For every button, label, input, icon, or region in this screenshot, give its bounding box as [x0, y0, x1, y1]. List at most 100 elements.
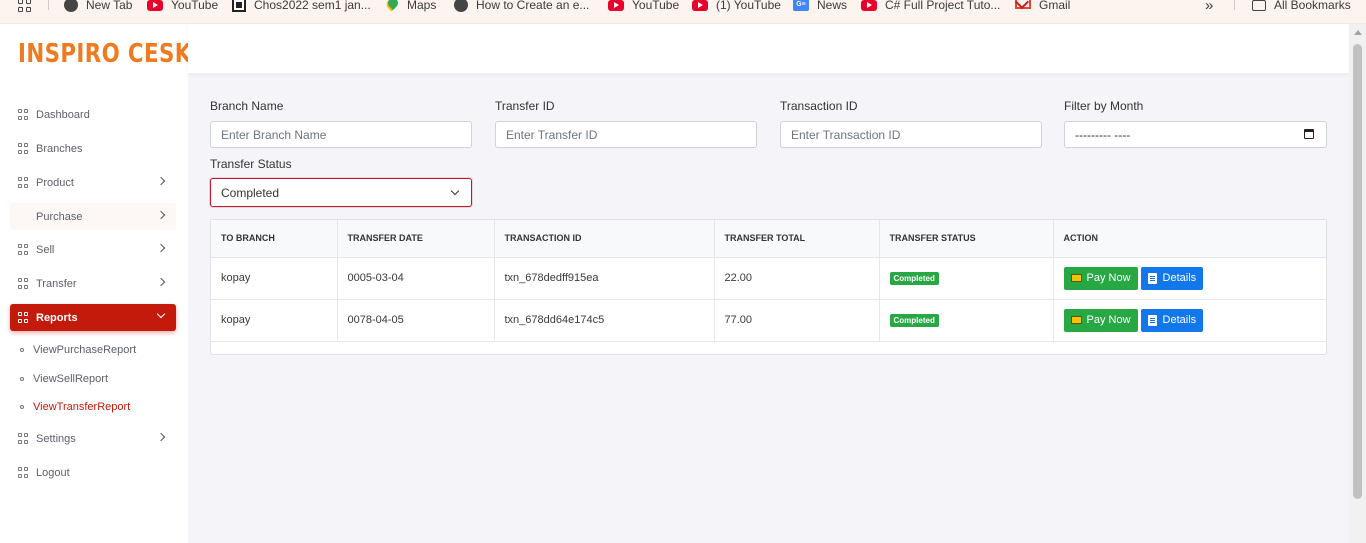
- transaction-id-input[interactable]: [780, 121, 1042, 148]
- sidebar-subitem-transfer-report[interactable]: ViewTransferReport: [20, 399, 130, 415]
- sidebar-item-transfer[interactable]: Transfer: [10, 270, 176, 297]
- branches-icon: [18, 143, 29, 154]
- bookmark-label: YouTube: [171, 0, 219, 12]
- table-row: kopay 0005-03-04 txn_678dedff915ea 22.00…: [211, 257, 1326, 300]
- bookmark-new-tab[interactable]: New Tab: [64, 0, 132, 14]
- globe-icon: [64, 0, 78, 12]
- product-icon: [18, 177, 29, 188]
- sidebar-item-reports[interactable]: Reports: [10, 304, 176, 331]
- sidebar-item-branches[interactable]: Branches: [10, 135, 176, 162]
- bookmark-maps[interactable]: Maps: [387, 0, 436, 14]
- bookmark-gmail[interactable]: Gmail: [1015, 0, 1070, 14]
- cell-transfer-status: Completed: [879, 257, 1054, 300]
- transfer-status-select[interactable]: Completed: [210, 178, 472, 207]
- details-button[interactable]: Details: [1140, 308, 1204, 332]
- circle-icon: [20, 377, 24, 381]
- bookmark-youtube-2[interactable]: YouTube: [608, 0, 679, 14]
- cell-transfer-date: 0078-04-05: [337, 299, 495, 342]
- bookmark-label: News: [817, 0, 848, 12]
- settings-icon: [18, 433, 29, 444]
- sidebar-item-product[interactable]: Product: [10, 169, 176, 196]
- details-label: Details: [1162, 272, 1197, 284]
- sidebar-subitem-purchase-report[interactable]: ViewPurchaseReport: [20, 342, 136, 358]
- chevron-right-icon: [156, 243, 166, 253]
- sidebar-item-purchase[interactable]: Purchase: [10, 203, 176, 230]
- sidebar-item-label: Branches: [36, 142, 83, 155]
- column-header: TRANSFER STATUS: [879, 220, 1054, 258]
- top-header: [188, 24, 1349, 73]
- month-picker[interactable]: --------- ----: [1064, 121, 1327, 148]
- all-bookmarks-button[interactable]: All Bookmarks: [1252, 0, 1351, 14]
- status-badge: Completed: [889, 271, 939, 285]
- logout-icon: [18, 467, 29, 478]
- pay-now-label: Pay Now: [1086, 314, 1131, 326]
- cell-action: Pay Now Details: [1053, 257, 1326, 300]
- youtube-icon: [608, 0, 624, 11]
- scroll-up-arrow-icon[interactable]: [1354, 30, 1362, 35]
- column-header: TRANSFER DATE: [337, 220, 495, 258]
- cell-transfer-total: 22.00: [714, 257, 880, 300]
- details-button[interactable]: Details: [1140, 266, 1204, 290]
- month-picker-value: --------- ----: [1075, 127, 1131, 142]
- sidebar-item-label: Reports: [36, 311, 78, 324]
- bookmarks-separator: [1234, 0, 1235, 10]
- chevron-right-icon: [156, 176, 166, 186]
- apps-grid-icon: [18, 0, 31, 12]
- branch-name-input[interactable]: [210, 121, 472, 148]
- sell-icon: [18, 244, 29, 255]
- transfer-report-table-card: TO BRANCH TRANSFER DATE TRANSACTION ID T…: [210, 219, 1327, 355]
- google-news-icon: G≡: [793, 0, 809, 11]
- brand-logo[interactable]: INSPIRO CESK: [18, 39, 192, 69]
- sidebar-item-label: Dashboard: [36, 108, 90, 121]
- bookmark-label: YouTube: [632, 0, 680, 12]
- bookmarks-overflow-button[interactable]: »: [1205, 0, 1213, 14]
- column-header: TRANSACTION ID: [494, 220, 715, 258]
- sidebar-item-logout[interactable]: Logout: [10, 459, 176, 486]
- sidebar-subitem-sell-report[interactable]: ViewSellReport: [20, 371, 108, 387]
- calendar-icon[interactable]: [1304, 129, 1314, 139]
- sidebar-item-label: Purchase: [36, 210, 83, 223]
- bookmark-label: New Tab: [86, 0, 133, 12]
- sidebar-item-settings[interactable]: Settings: [10, 425, 176, 452]
- bookmark-news[interactable]: G≡ News: [793, 0, 847, 14]
- chevron-right-icon: [156, 432, 166, 442]
- bookmark-how-to-create[interactable]: How to Create an e...: [454, 0, 589, 14]
- sidebar-subitem-label: ViewSellReport: [33, 373, 109, 385]
- bookmark-csharp-project[interactable]: C# Full Project Tuto...: [861, 0, 1000, 14]
- sidebar-subitem-label: ViewPurchaseReport: [33, 344, 137, 356]
- circle-icon: [20, 348, 24, 352]
- sidebar-item-sell[interactable]: Sell: [10, 236, 176, 263]
- pay-now-button[interactable]: Pay Now: [1063, 266, 1138, 290]
- sidebar-item-dashboard[interactable]: Dashboard: [10, 101, 176, 128]
- sidebar-item-label: Logout: [36, 466, 70, 479]
- transfer-id-input[interactable]: [495, 121, 757, 148]
- credit-card-icon: [1070, 274, 1082, 282]
- sidebar: INSPIRO CESK Dashboard Branches Product …: [0, 24, 191, 543]
- bookmark-youtube-3[interactable]: (1) YouTube: [692, 0, 781, 14]
- transfer-status-value: Completed: [221, 185, 280, 200]
- chevron-down-icon: [156, 309, 166, 319]
- chevron-double-right-icon: »: [1205, 0, 1214, 14]
- youtube-icon: [147, 0, 163, 11]
- credit-card-icon: [1070, 316, 1082, 324]
- circle-icon: [20, 405, 24, 409]
- bookmark-label: Chos2022 sem1 jan...: [254, 0, 371, 12]
- sidebar-subitem-label: ViewTransferReport: [33, 401, 131, 413]
- youtube-icon: [861, 0, 877, 11]
- apps-button[interactable]: [18, 0, 39, 14]
- filter-month-label: Filter by Month: [1064, 99, 1144, 113]
- column-header: TRANSFER TOTAL: [714, 220, 880, 258]
- pay-now-button[interactable]: Pay Now: [1063, 308, 1138, 332]
- chevron-down-icon: [450, 186, 460, 196]
- document-icon: [1147, 272, 1157, 284]
- sidebar-item-label: Sell: [36, 243, 55, 256]
- scrollbar-thumb[interactable]: [1353, 44, 1362, 499]
- cell-transfer-total: 77.00: [714, 299, 880, 342]
- bookmarks-separator: [48, 0, 49, 10]
- bookmark-label: C# Full Project Tuto...: [885, 0, 1001, 12]
- youtube-icon: [692, 0, 708, 11]
- status-badge: Completed: [889, 313, 939, 327]
- bookmark-chos2022[interactable]: Chos2022 sem1 jan...: [232, 0, 371, 14]
- page-scrollbar[interactable]: [1349, 24, 1366, 543]
- bookmark-youtube[interactable]: YouTube: [147, 0, 218, 14]
